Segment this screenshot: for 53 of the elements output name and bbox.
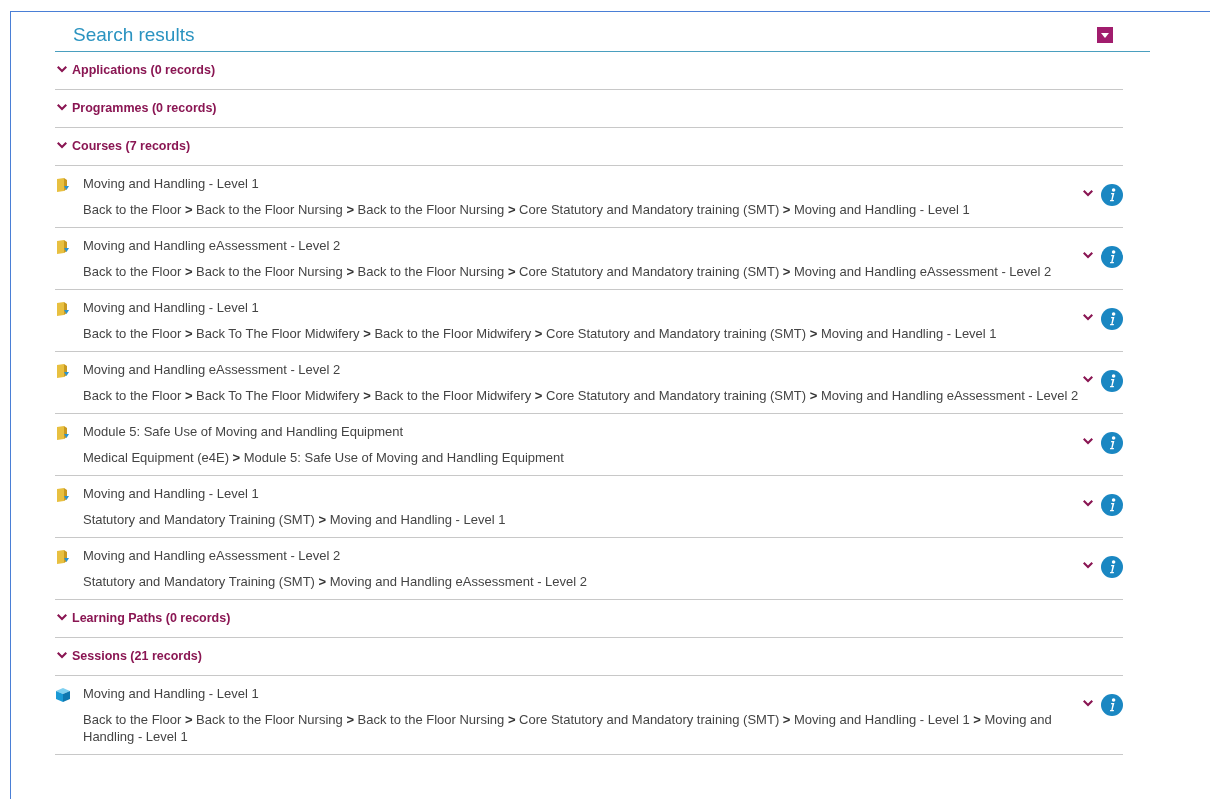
breadcrumb-path: Back to the Floor > Back to the Floor Nursing > Back to the Floor Nursing > Core Statutory and Mandatory training (SMT) > Moving and Handling - Level 1	[83, 201, 971, 218]
caret-icon[interactable]	[1083, 700, 1093, 708]
page-title: Search results	[73, 24, 195, 46]
info-icon[interactable]	[1101, 494, 1123, 516]
section-header[interactable]: Learning Paths (0 records)	[55, 600, 1123, 638]
chevron-icon	[57, 614, 67, 622]
caret-icon[interactable]	[1083, 190, 1093, 198]
result-title[interactable]: Moving and Handling - Level 1	[83, 176, 1083, 191]
folder-icon	[55, 363, 71, 379]
breadcrumb-path: Back to the Floor > Back To The Floor Midwifery > Back to the Floor Midwifery > Core Statutory and Mandatory training (SMT) > Moving and Handling - Level 1	[83, 325, 998, 342]
result-title[interactable]: Moving and Handling eAssessment - Level 2	[83, 362, 1083, 377]
caret-icon[interactable]	[1083, 562, 1093, 570]
result-title[interactable]: Moving and Handling - Level 1	[83, 486, 1083, 501]
caret-icon[interactable]	[1083, 376, 1093, 384]
breadcrumb-path: Statutory and Mandatory Training (SMT) > Moving and Handling eAssessment - Level 2	[83, 573, 588, 590]
caret-icon[interactable]	[1083, 438, 1093, 446]
result-title[interactable]: Moving and Handling - Level 1	[83, 300, 1083, 315]
caret-icon	[1101, 32, 1109, 38]
chevron-icon	[57, 652, 67, 660]
breadcrumb-path: Back to the Floor > Back to the Floor Nursing > Back to the Floor Nursing > Core Statutory and Mandatory training (SMT) > Moving and Handling - Level 1 > Moving and Handling - Level 1	[83, 711, 1053, 745]
section-header[interactable]: Courses (7 records)	[55, 128, 1123, 166]
result-title[interactable]: Moving and Handling eAssessment - Level 2	[83, 548, 1083, 563]
dropdown-button[interactable]	[1097, 27, 1113, 43]
caret-icon[interactable]	[1083, 252, 1093, 260]
result-title[interactable]: Moving and Handling eAssessment - Level 2	[83, 238, 1083, 253]
caret-icon[interactable]	[1083, 314, 1093, 322]
chevron-icon	[57, 104, 67, 112]
section-header[interactable]: Programmes (0 records)	[55, 90, 1123, 128]
cube-icon	[55, 687, 71, 703]
folder-icon	[55, 549, 71, 565]
breadcrumb-path: Back to the Floor > Back to the Floor Nursing > Back to the Floor Nursing > Core Statutory and Mandatory training (SMT) > Moving and Handling eAssessment - Level 2	[83, 263, 1053, 280]
breadcrumb-path: Statutory and Mandatory Training (SMT) > Moving and Handling - Level 1	[83, 511, 507, 528]
folder-icon	[55, 425, 71, 441]
result-title[interactable]: Moving and Handling - Level 1	[83, 686, 1083, 701]
info-icon[interactable]	[1101, 184, 1123, 206]
chevron-icon	[57, 142, 67, 150]
caret-icon[interactable]	[1083, 500, 1093, 508]
info-icon[interactable]	[1101, 246, 1123, 268]
folder-icon	[55, 177, 71, 193]
section-header[interactable]: Applications (0 records)	[55, 52, 1123, 90]
info-icon[interactable]	[1101, 432, 1123, 454]
section-header[interactable]: Sessions (21 records)	[55, 638, 1123, 676]
info-icon[interactable]	[1101, 556, 1123, 578]
chevron-icon	[57, 66, 67, 74]
breadcrumb-path: Back to the Floor > Back To The Floor Midwifery > Back to the Floor Midwifery > Core Statutory and Mandatory training (SMT) > Moving and Handling eAssessment - Level 2	[83, 387, 1080, 404]
info-icon[interactable]	[1101, 370, 1123, 392]
folder-icon	[55, 301, 71, 317]
breadcrumb-path: Medical Equipment (e4E) > Module 5: Safe Use of Moving and Handling Equipment	[83, 449, 565, 466]
info-icon[interactable]	[1101, 308, 1123, 330]
folder-icon	[55, 239, 71, 255]
info-icon[interactable]	[1101, 694, 1123, 716]
result-title[interactable]: Module 5: Safe Use of Moving and Handling Equipment	[83, 424, 1083, 439]
folder-icon	[55, 487, 71, 503]
